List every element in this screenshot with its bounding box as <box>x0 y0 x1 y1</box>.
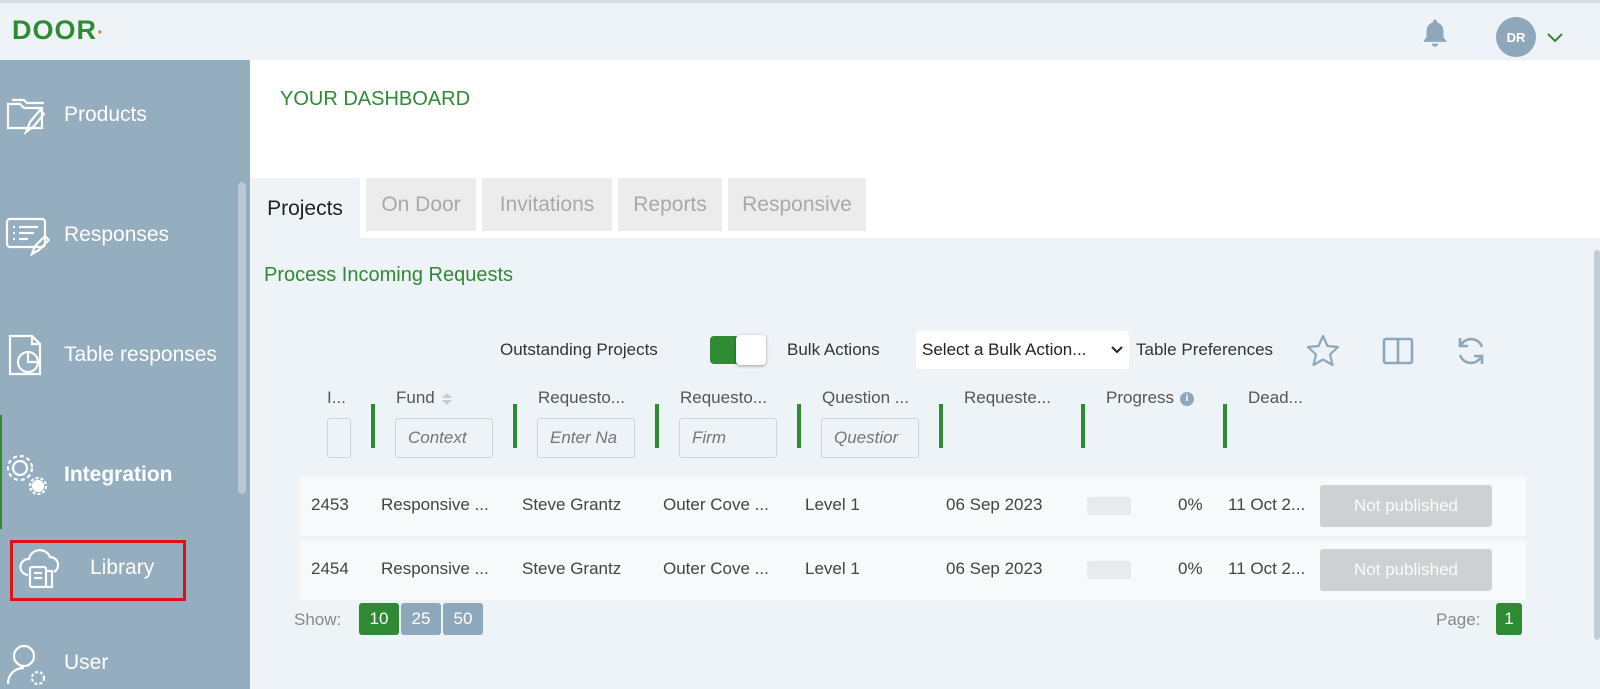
column-resize-handle[interactable] <box>371 404 375 448</box>
fund-filter-input[interactable] <box>395 418 493 458</box>
sidebar-item-table-responses[interactable]: Table responses <box>0 320 236 390</box>
cell-deadline: 11 Oct 2... <box>1228 495 1306 514</box>
column-resize-handle[interactable] <box>797 404 801 448</box>
id-filter-input[interactable] <box>327 418 351 458</box>
page-size-10-button[interactable]: 10 <box>359 603 399 635</box>
sidebar-item-label: Library <box>90 556 155 579</box>
column-resize-handle[interactable] <box>513 404 517 448</box>
bulk-action-value: Select a Bulk Action... <box>922 340 1087 359</box>
columns-icon[interactable] <box>1380 333 1416 369</box>
cell-requestor: Steve Grantz <box>522 495 622 514</box>
requestor-filter-input[interactable] <box>537 418 635 458</box>
firm-filter-input[interactable] <box>679 418 777 458</box>
page-label: Page: <box>1436 610 1481 629</box>
top-bar: DOOR· DR <box>0 0 1600 60</box>
column-header-question[interactable]: Question ... <box>822 388 909 408</box>
tab-reports[interactable]: Reports <box>618 178 722 231</box>
progress-bar <box>1087 561 1131 579</box>
user-avatar[interactable]: DR <box>1496 17 1536 57</box>
progress-bar <box>1087 497 1131 515</box>
column-header-requestor-firm[interactable]: Requesto... <box>680 388 767 408</box>
sidebar-item-label: Products <box>64 103 147 126</box>
tab-responsive[interactable]: Responsive <box>728 178 866 231</box>
main-scrollbar[interactable] <box>1594 250 1600 640</box>
gears-icon <box>6 454 48 496</box>
column-header-label: Progress <box>1106 388 1175 407</box>
sidebar-item-label: Integration <box>64 463 173 486</box>
chevron-down-icon <box>1111 346 1123 354</box>
not-published-button[interactable]: Not published <box>1320 485 1492 527</box>
column-resize-handle[interactable] <box>1223 404 1227 448</box>
sidebar-item-label: Table responses <box>64 343 217 366</box>
sidebar-item-integration[interactable]: Integration <box>0 440 236 510</box>
tab-projects[interactable]: Projects <box>250 178 360 240</box>
cell-requested: 06 Sep 2023 <box>946 559 1043 578</box>
question-filter-input[interactable] <box>821 418 919 458</box>
sidebar-item-responses[interactable]: Responses <box>0 200 236 270</box>
column-resize-handle[interactable] <box>939 404 943 448</box>
refresh-icon[interactable] <box>1453 333 1489 369</box>
cell-fund: Responsive ... <box>381 495 489 514</box>
column-header-fund[interactable]: Fund <box>396 388 453 408</box>
table-row[interactable]: 2453 Responsive ... Steve Grantz Outer C… <box>300 476 1526 536</box>
cell-fund: Responsive ... <box>381 559 489 578</box>
cloud-library-icon <box>19 549 60 589</box>
section-title: Process Incoming Requests <box>264 264 514 286</box>
column-resize-handle[interactable] <box>655 404 659 448</box>
star-icon[interactable] <box>1305 333 1341 369</box>
outstanding-projects-label: Outstanding Projects <box>500 340 658 359</box>
outstanding-projects-toggle[interactable] <box>710 335 766 365</box>
info-icon[interactable]: i <box>1180 391 1195 406</box>
cell-firm: Outer Cove ... <box>663 559 769 578</box>
bulk-action-select[interactable]: Select a Bulk Action... <box>916 331 1129 369</box>
notification-bell-icon[interactable] <box>1418 16 1452 50</box>
main-area: YOUR DASHBOARD Projects On Door Invitati… <box>250 60 1600 689</box>
sidebar-item-library[interactable]: Library <box>0 533 236 603</box>
sidebar-item-label: User <box>64 651 109 674</box>
cell-progress: 0% <box>1178 495 1203 514</box>
tab-on-door[interactable]: On Door <box>366 178 476 231</box>
not-published-button[interactable]: Not published <box>1320 549 1492 591</box>
page-size-50-button[interactable]: 50 <box>443 603 483 635</box>
cell-firm: Outer Cove ... <box>663 495 769 514</box>
column-header-requested[interactable]: Requeste... <box>964 388 1051 408</box>
sort-icon[interactable] <box>441 392 453 406</box>
cell-question: Level 1 <box>805 559 860 578</box>
cell-progress: 0% <box>1178 559 1203 578</box>
toggle-knob <box>736 335 766 365</box>
page-title: YOUR DASHBOARD <box>280 88 471 110</box>
cell-requested: 06 Sep 2023 <box>946 495 1043 514</box>
column-header-label: Fund <box>396 388 435 407</box>
door-logo[interactable]: DOOR· <box>12 15 105 46</box>
sidebar-scrollbar[interactable] <box>238 182 246 494</box>
sidebar: Products Responses Table responses Integ… <box>0 60 250 689</box>
cell-deadline: 11 Oct 2... <box>1228 559 1306 578</box>
cell-id: 2454 <box>311 559 349 578</box>
sidebar-item-user[interactable]: User <box>0 628 236 689</box>
table-row[interactable]: 2454 Responsive ... Steve Grantz Outer C… <box>300 540 1526 600</box>
cell-requestor: Steve Grantz <box>522 559 622 578</box>
pie-document-icon <box>8 334 42 376</box>
column-header-progress[interactable]: Progress i <box>1106 388 1195 408</box>
user-gear-icon <box>6 644 46 686</box>
column-header-deadline[interactable]: Dead... <box>1248 388 1303 408</box>
list-edit-icon <box>5 217 50 257</box>
sidebar-item-products[interactable]: Products <box>0 80 236 150</box>
column-header-requestor[interactable]: Requesto... <box>538 388 625 408</box>
page-1-button[interactable]: 1 <box>1496 603 1522 635</box>
table-preferences-label: Table Preferences <box>1136 340 1274 359</box>
chevron-down-icon[interactable] <box>1546 31 1564 45</box>
column-header-id[interactable]: I... <box>327 388 346 408</box>
sidebar-item-label: Responses <box>64 223 170 246</box>
dashboard-header: YOUR DASHBOARD Projects On Door Invitati… <box>250 60 1600 240</box>
column-resize-handle[interactable] <box>1081 404 1085 448</box>
tab-invitations[interactable]: Invitations <box>482 178 612 231</box>
show-label: Show: <box>294 610 342 629</box>
projects-panel: Process Incoming Requests Outstanding Pr… <box>250 238 1600 689</box>
cell-id: 2453 <box>311 495 349 514</box>
bulk-actions-label: Bulk Actions <box>787 340 880 359</box>
page-size-25-button[interactable]: 25 <box>401 603 441 635</box>
folder-edit-icon <box>6 98 46 136</box>
cell-question: Level 1 <box>805 495 860 514</box>
